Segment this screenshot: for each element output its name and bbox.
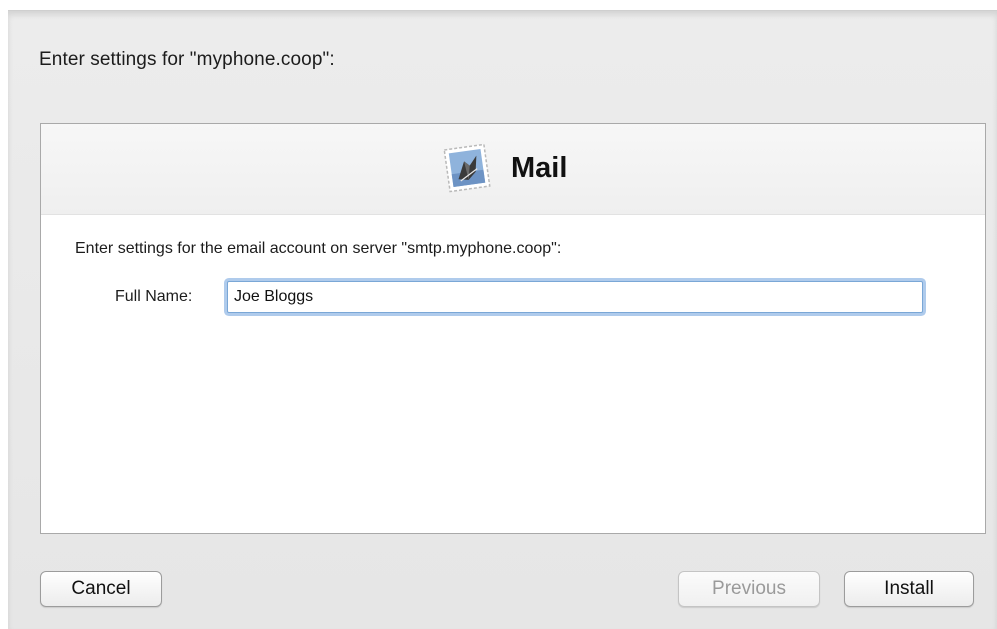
app-title: Mail	[511, 151, 568, 184]
mail-stamp-icon	[443, 143, 491, 193]
previous-button[interactable]: Previous	[678, 571, 820, 607]
settings-sheet: Enter settings for "myphone.coop": Mail …	[8, 10, 997, 629]
dialog-prompt: Enter settings for "myphone.coop":	[39, 49, 335, 70]
full-name-field[interactable]	[227, 281, 923, 313]
settings-panel: Mail Enter settings for the email accoun…	[40, 123, 986, 534]
cancel-button[interactable]: Cancel	[40, 571, 162, 607]
full-name-label: Full Name:	[115, 288, 193, 305]
instructions-text: Enter settings for the email account on …	[75, 240, 562, 257]
install-button[interactable]: Install	[844, 571, 974, 607]
app-header: Mail	[441, 140, 567, 196]
panel-header: Mail	[41, 124, 985, 215]
